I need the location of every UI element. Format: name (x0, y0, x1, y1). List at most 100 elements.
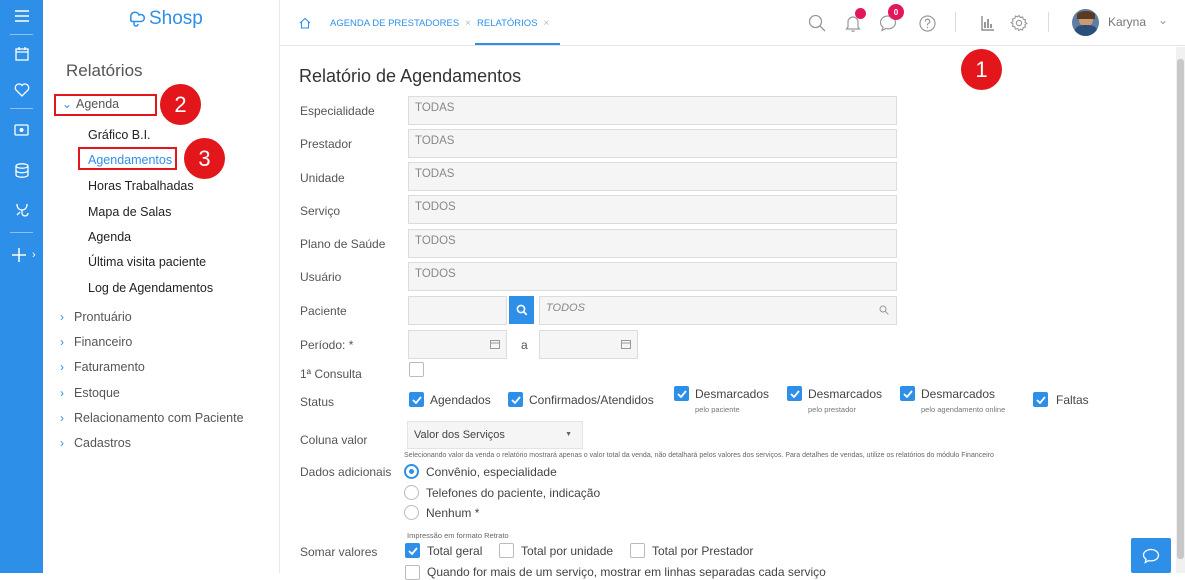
status-desmarcados-paciente-label: Desmarcados (695, 387, 770, 401)
label-status: Status (300, 395, 335, 409)
sidebar-group-prontuario[interactable]: › Prontuário (60, 310, 132, 324)
sidebar-group-label: Financeiro (74, 335, 133, 349)
dados-convenio-radio[interactable] (404, 464, 419, 479)
sidebar-item-grafico-bi[interactable]: Gráfico B.I. (88, 128, 151, 142)
chevron-right-icon: › (60, 386, 64, 400)
medical-icon[interactable] (0, 198, 43, 222)
topbar-divider (1048, 12, 1049, 32)
label-paciente: Paciente (300, 304, 347, 318)
calendar-icon[interactable] (621, 339, 631, 352)
sidebar-group-relacionamento[interactable]: › Relacionamento com Paciente (60, 411, 244, 425)
plano-de-saude-field[interactable]: TODOS (408, 229, 897, 258)
impressao-note: Impressão em formato Retrato (407, 531, 509, 540)
periodo-start-input[interactable] (408, 330, 507, 359)
caret-down-icon: ▼ (565, 431, 572, 438)
somar-total-geral-checkbox[interactable] (405, 543, 420, 558)
search-icon[interactable] (806, 12, 828, 34)
calendar-icon[interactable] (0, 42, 43, 66)
rail-divider (10, 232, 33, 233)
calendar-icon[interactable] (490, 339, 500, 352)
reports-icon[interactable] (977, 12, 999, 34)
paciente-name-input[interactable]: TODOS (539, 296, 897, 325)
prestador-field[interactable]: TODAS (408, 129, 897, 158)
sidebar-item-horas-trabalhadas[interactable]: Horas Trabalhadas (88, 179, 194, 193)
label-unidade: Unidade (300, 171, 345, 185)
heart-icon[interactable] (0, 78, 43, 102)
settings-icon[interactable] (1008, 12, 1030, 34)
label-prestador: Prestador (300, 137, 353, 151)
database-icon[interactable] (0, 158, 43, 182)
money-icon[interactable] (0, 118, 43, 142)
status-confirmados-label: Confirmados/Atendidos (529, 393, 654, 407)
sidebar-item-agenda[interactable]: Agenda (88, 230, 131, 244)
usuario-field[interactable]: TODOS (408, 262, 897, 291)
chat-badge: 0 (888, 4, 904, 20)
help-icon[interactable] (916, 12, 938, 34)
tab-label: RELATÓRIOS (477, 17, 538, 29)
chevron-down-icon[interactable]: ⌄ (1158, 13, 1168, 27)
chevron-right-icon: › (60, 436, 64, 450)
sidebar-group-label: Cadastros (74, 436, 131, 450)
label-somar-valores: Somar valores (300, 545, 378, 559)
user-name[interactable]: Karyna (1108, 15, 1146, 29)
sidebar-item-log-agendamentos[interactable]: Log de Agendamentos (88, 281, 213, 295)
highlight-box-agendamentos (78, 147, 177, 170)
tab-relatorios[interactable]: RELATÓRIOS × (477, 0, 549, 46)
top-bar: AGENDA DE PRESTADORES × RELATÓRIOS × 0 K… (280, 0, 1185, 46)
somar-total-unidade-checkbox[interactable] (499, 543, 514, 558)
paciente-code-input[interactable] (408, 296, 507, 325)
scrollbar-thumb[interactable] (1177, 59, 1184, 559)
close-icon[interactable]: × (465, 18, 471, 29)
close-icon[interactable]: × (544, 18, 550, 29)
step-badge-2: 2 (160, 84, 201, 125)
status-desmarcados-paciente-sub: pelo paciente (695, 405, 740, 414)
status-agendados-label: Agendados (430, 393, 491, 407)
chat-widget-button[interactable] (1131, 538, 1171, 573)
tab-agenda-de-prestadores[interactable]: AGENDA DE PRESTADORES × (330, 0, 471, 46)
status-desmarcados-prestador-checkbox[interactable] (787, 386, 802, 401)
active-tab-indicator (475, 43, 560, 45)
avatar[interactable] (1072, 9, 1099, 36)
sidebar-item-mapa-de-salas[interactable]: Mapa de Salas (88, 205, 171, 219)
plus-icon[interactable]: › (0, 243, 43, 267)
sidebar-group-label: Prontuário (74, 310, 132, 324)
status-faltas-checkbox[interactable] (1033, 392, 1048, 407)
somar-total-geral-label: Total geral (427, 544, 483, 558)
coluna-valor-select[interactable]: Valor dos Serviços ▼ (407, 421, 583, 449)
sidebar-item-ultima-visita[interactable]: Última visita paciente (88, 255, 206, 269)
periodo-end-input[interactable] (539, 330, 638, 359)
sidebar-group-financeiro[interactable]: › Financeiro (60, 335, 132, 349)
menu-icon[interactable] (0, 4, 43, 28)
main-content: Relatório de Agendamentos Especialidade … (280, 47, 1160, 580)
dados-nenhum-radio[interactable] (404, 505, 419, 520)
status-desmarcados-paciente-checkbox[interactable] (674, 386, 689, 401)
sidebar-group-estoque[interactable]: › Estoque (60, 386, 120, 400)
dados-nenhum-label: Nenhum * (426, 506, 480, 520)
sidebar-group-label: Relacionamento com Paciente (74, 411, 244, 425)
topbar-divider (955, 12, 956, 32)
status-confirmados-checkbox[interactable] (508, 392, 523, 407)
somar-total-prestador-label: Total por Prestador (652, 544, 754, 558)
paciente-search-button[interactable] (509, 296, 534, 324)
page-title: Relatório de Agendamentos (299, 66, 522, 86)
sidebar-group-faturamento[interactable]: › Faturamento (60, 360, 145, 374)
somar-total-unidade-label: Total por unidade (521, 544, 614, 558)
label-coluna-valor: Coluna valor (300, 433, 368, 447)
dados-convenio-label: Convênio, especialidade (426, 465, 557, 479)
status-desmarcados-online-sub: pelo agendamento online (921, 405, 1006, 414)
servico-field[interactable]: TODOS (408, 195, 897, 224)
status-agendados-checkbox[interactable] (409, 392, 424, 407)
check-icon (407, 546, 418, 555)
status-desmarcados-online-checkbox[interactable] (900, 386, 915, 401)
scrollbar[interactable] (1176, 47, 1185, 573)
dados-telefones-radio[interactable] (404, 485, 419, 500)
logo[interactable]: Shosp (125, 6, 203, 32)
somar-total-prestador-checkbox[interactable] (630, 543, 645, 558)
chevron-right-icon: › (60, 411, 64, 425)
sidebar-group-cadastros[interactable]: › Cadastros (60, 436, 131, 450)
home-icon[interactable] (294, 12, 316, 34)
primeira-consulta-checkbox[interactable] (409, 362, 424, 377)
especialidade-field[interactable]: TODAS (408, 96, 897, 125)
unidade-field[interactable]: TODAS (408, 162, 897, 191)
coluna-valor-note: Selecionando valor da venda o relatório … (404, 452, 994, 459)
